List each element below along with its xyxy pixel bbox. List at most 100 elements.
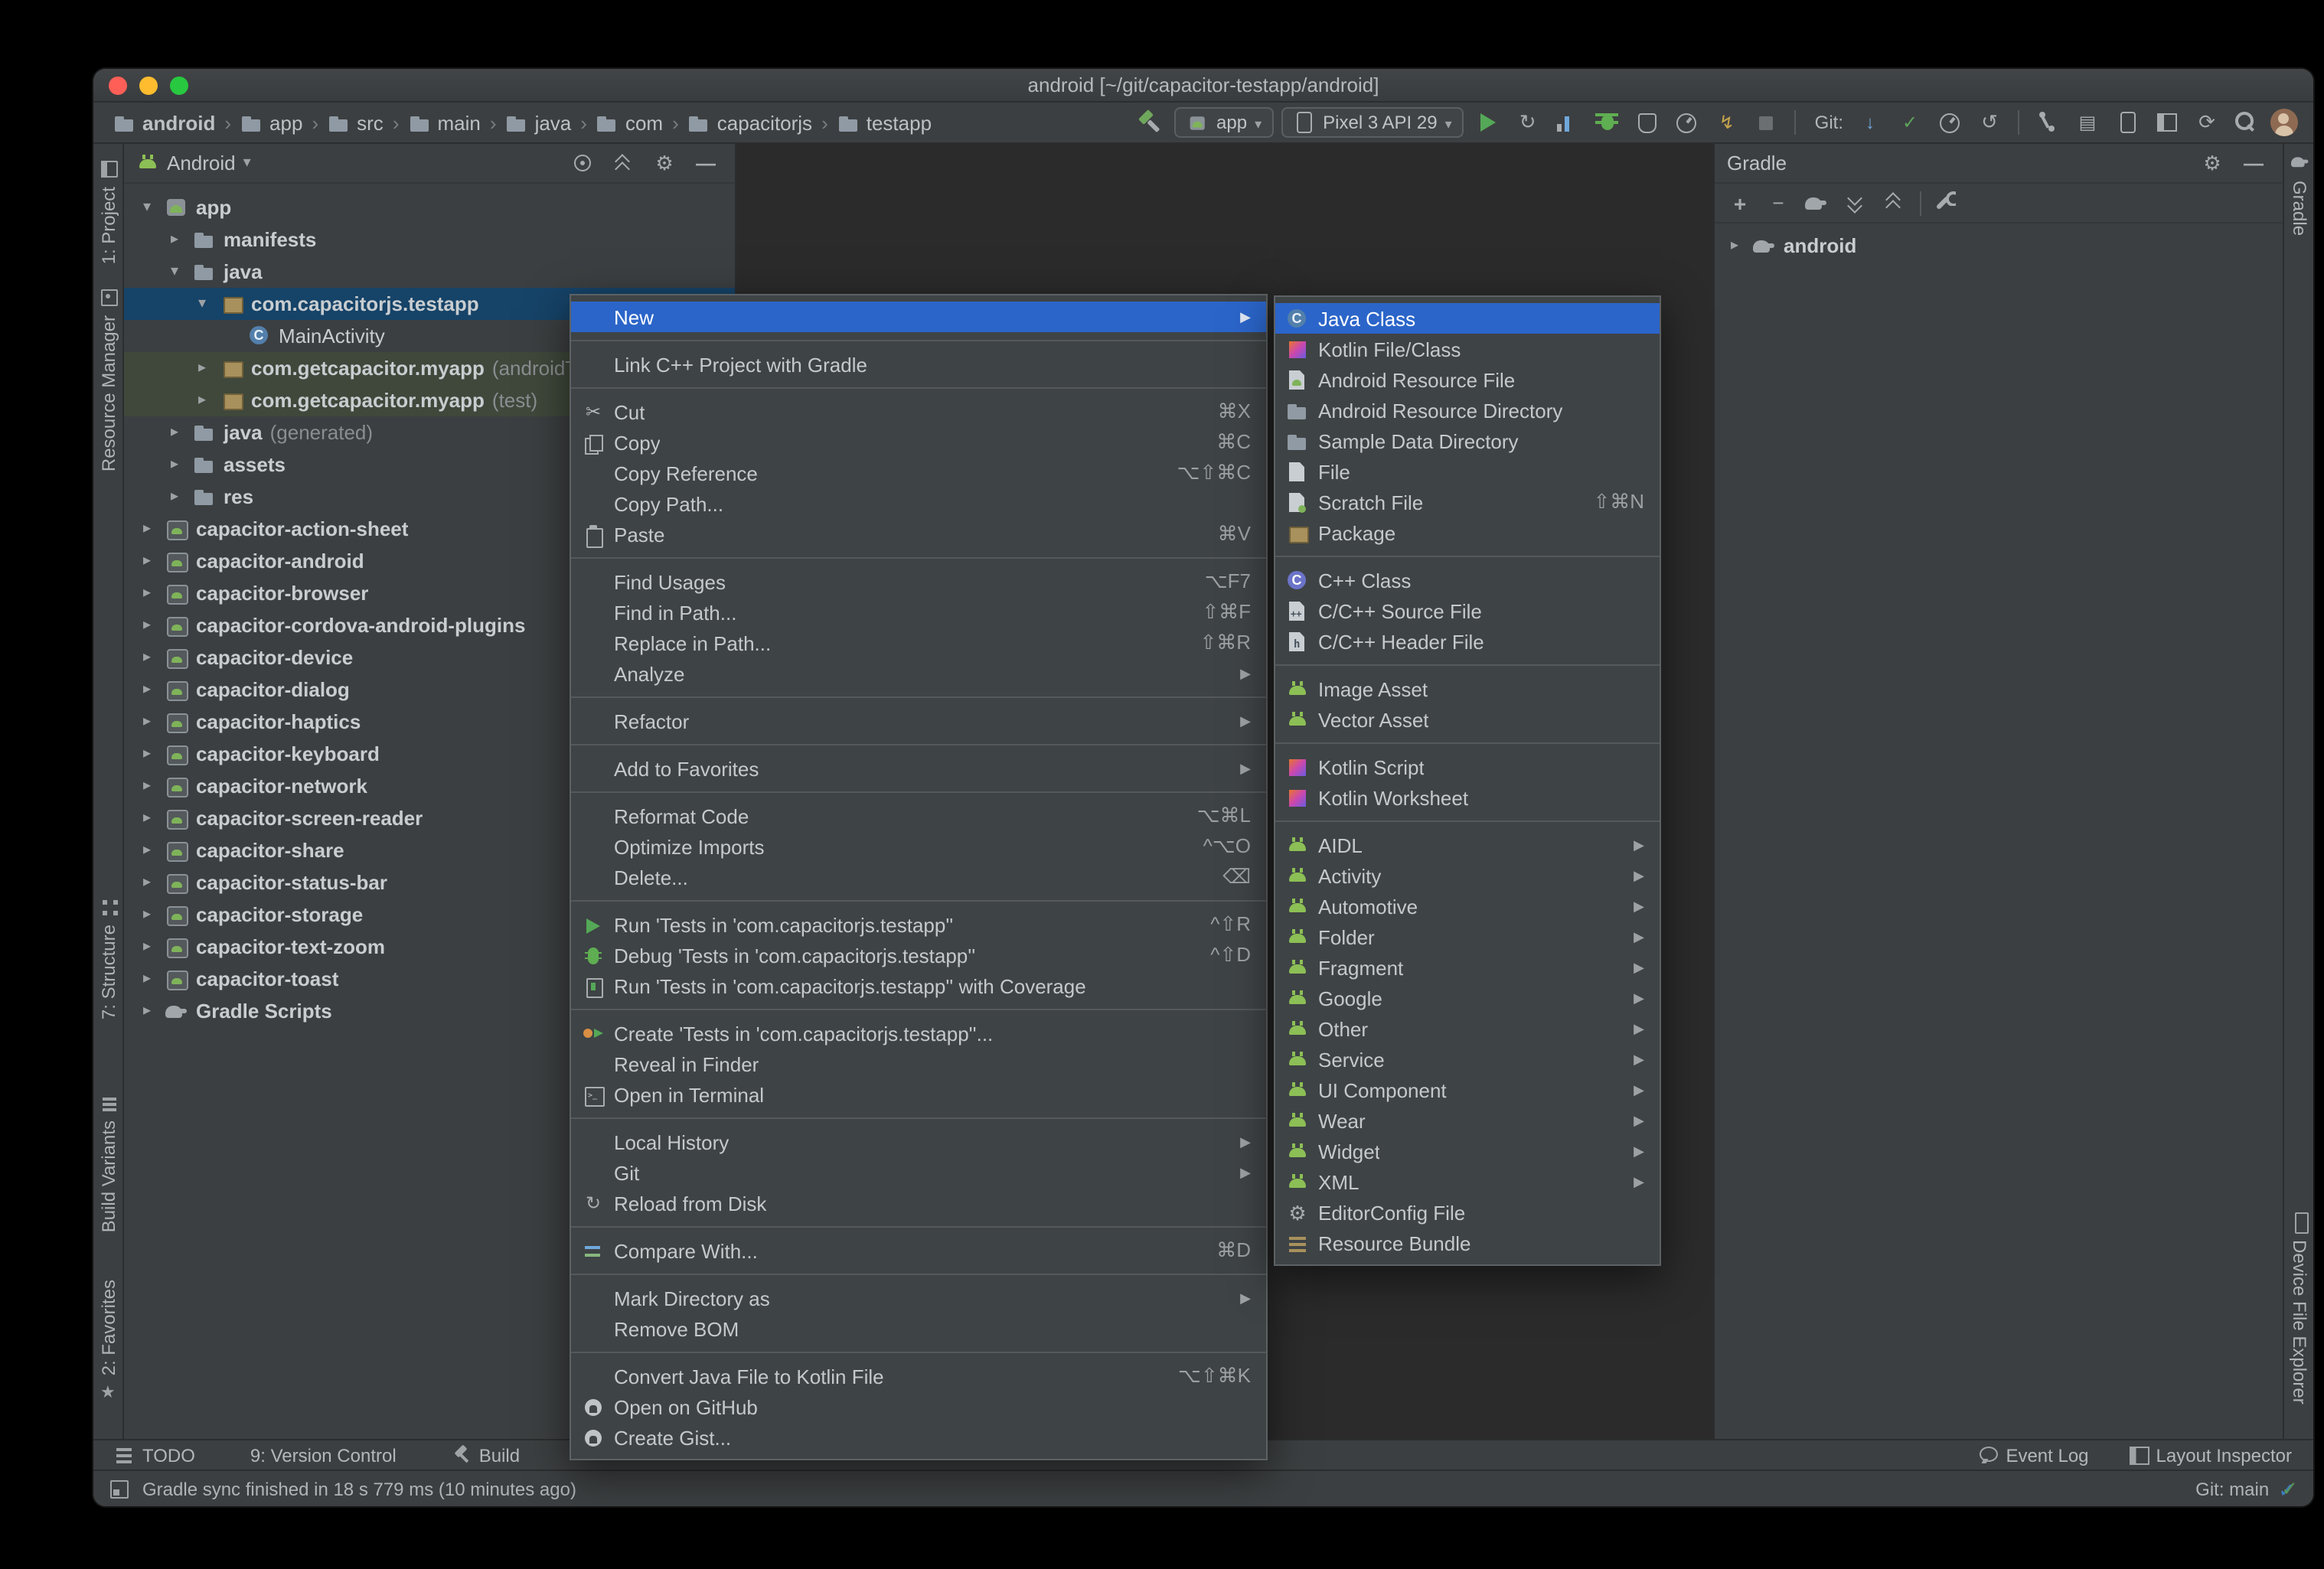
- git-commit-button[interactable]: [1894, 107, 1926, 138]
- tree-right-arrow-icon[interactable]: ▸: [136, 842, 158, 859]
- apply-changes-button[interactable]: [1512, 107, 1544, 138]
- gradle-settings-button[interactable]: [2195, 149, 2229, 177]
- tree-right-arrow-icon[interactable]: ▸: [191, 392, 213, 409]
- menu-item[interactable]: New ▶: [571, 302, 1266, 332]
- tree-right-arrow-icon[interactable]: ▸: [136, 1003, 158, 1019]
- search-icon[interactable]: [2231, 107, 2263, 138]
- menu-item[interactable]: Find in Path... ⇧⌘F: [571, 597, 1266, 628]
- tree-down-arrow-icon[interactable]: ▾: [191, 295, 213, 312]
- menu-item[interactable]: Reformat Code ⌥⌘L: [571, 801, 1266, 831]
- sidebar-tab-project[interactable]: 1: Project: [93, 159, 124, 264]
- menu-item[interactable]: Optimize Imports ^⌥O: [571, 831, 1266, 862]
- tab-build[interactable]: Build: [452, 1444, 520, 1466]
- menu-item[interactable]: Open in Terminal: [571, 1079, 1266, 1110]
- tree-right-arrow-icon[interactable]: ▸: [136, 874, 158, 891]
- breadcrumb-item[interactable]: testapp: [833, 109, 936, 135]
- menu-item[interactable]: C++ Class: [1275, 565, 1660, 595]
- git-update-button[interactable]: [1854, 107, 1886, 138]
- gradle-collapse-all-button[interactable]: [1877, 188, 1909, 218]
- debug-button[interactable]: [1591, 107, 1624, 138]
- breadcrumb-item[interactable]: com: [592, 109, 667, 135]
- menu-item[interactable]: Run 'Tests in 'com.capacitorjs.testapp''…: [571, 970, 1266, 1001]
- menu-item[interactable]: XML ▶: [1275, 1166, 1660, 1197]
- device-selector[interactable]: Pixel 3 API 29: [1281, 107, 1464, 138]
- tree-right-arrow-icon[interactable]: ▸: [136, 617, 158, 634]
- menu-item[interactable]: Kotlin Worksheet: [1275, 782, 1660, 813]
- gradle-expand-all-button[interactable]: [1839, 188, 1871, 218]
- menu-item[interactable]: Automotive ▶: [1275, 891, 1660, 922]
- tree-right-arrow-icon[interactable]: ▸: [136, 681, 158, 698]
- tree-right-arrow-icon[interactable]: ▸: [136, 938, 158, 955]
- breadcrumb-item[interactable]: main: [404, 109, 485, 135]
- tree-right-arrow-icon[interactable]: ▸: [136, 649, 158, 666]
- sidebar-tab-device-file-explorer[interactable]: Device File Explorer: [2284, 1212, 2313, 1404]
- project-settings-button[interactable]: [648, 149, 681, 177]
- menu-item[interactable]: Service ▶: [1275, 1044, 1660, 1075]
- git-rollback-button[interactable]: [1973, 107, 2006, 138]
- menu-item[interactable]: Git ▶: [571, 1157, 1266, 1188]
- breadcrumb-item[interactable]: app: [236, 109, 307, 135]
- menu-item[interactable]: C/C++ Header File: [1275, 626, 1660, 657]
- tree-right-arrow-icon[interactable]: ▸: [136, 906, 158, 923]
- sidebar-tab-resource-manager[interactable]: Resource Manager: [93, 288, 124, 471]
- menu-item[interactable]: Local History ▶: [571, 1127, 1266, 1157]
- menu-item[interactable]: Reveal in Finder: [571, 1049, 1266, 1079]
- menu-item[interactable]: Remove BOM: [571, 1313, 1266, 1344]
- avatar[interactable]: [2270, 109, 2298, 136]
- tree-right-arrow-icon[interactable]: ▸: [164, 424, 185, 441]
- menu-item[interactable]: File: [1275, 456, 1660, 487]
- menu-item[interactable]: Open on GitHub: [571, 1391, 1266, 1422]
- gradle-tree-row[interactable]: ▸ android: [1715, 230, 2283, 262]
- menu-item[interactable]: Image Asset: [1275, 674, 1660, 704]
- menu-item[interactable]: Widget ▶: [1275, 1136, 1660, 1166]
- attach-debugger-button[interactable]: [1711, 107, 1743, 138]
- layout-inspector-button[interactable]: [2151, 107, 2183, 138]
- menu-item[interactable]: C/C++ Source File: [1275, 595, 1660, 626]
- menu-item[interactable]: Reload from Disk: [571, 1188, 1266, 1218]
- menu-item[interactable]: Mark Directory as ▶: [571, 1283, 1266, 1313]
- menu-item[interactable]: Package: [1275, 517, 1660, 548]
- menu-item[interactable]: Kotlin Script: [1275, 752, 1660, 782]
- menu-item[interactable]: Scratch File ⇧⌘N: [1275, 487, 1660, 517]
- git-branch-widget[interactable]: Git: main: [2195, 1478, 2269, 1499]
- tree-down-arrow-icon[interactable]: ▾: [136, 199, 158, 216]
- tree-right-arrow-icon[interactable]: ▸: [136, 713, 158, 730]
- locate-file-button[interactable]: [565, 149, 599, 177]
- sidebar-tab-favorites[interactable]: 2: Favorites: [93, 1280, 124, 1403]
- minimize-window-button[interactable]: [139, 76, 158, 94]
- menu-item[interactable]: Folder ▶: [1275, 922, 1660, 952]
- menu-item[interactable]: Paste ⌘V: [571, 519, 1266, 550]
- make-project-button[interactable]: [1134, 107, 1166, 138]
- tree-row[interactable]: ▾ java: [124, 256, 735, 288]
- coverage-button[interactable]: [1631, 107, 1663, 138]
- tree-right-arrow-icon[interactable]: ▸: [136, 520, 158, 537]
- menu-item[interactable]: Cut ⌘X: [571, 396, 1266, 427]
- gradle-add-button[interactable]: [1724, 188, 1756, 218]
- menu-item[interactable]: Run 'Tests in 'com.capacitorjs.testapp''…: [571, 909, 1266, 940]
- toolwindow-toggle-icon[interactable]: [109, 1478, 130, 1499]
- project-view-selector[interactable]: Android: [167, 152, 236, 175]
- menu-item[interactable]: Copy ⌘C: [571, 427, 1266, 458]
- collapse-all-button[interactable]: [606, 149, 640, 177]
- menu-item[interactable]: EditorConfig File: [1275, 1197, 1660, 1228]
- menu-item[interactable]: Other ▶: [1275, 1013, 1660, 1044]
- breadcrumb-item[interactable]: android: [109, 109, 220, 135]
- git-branches-button[interactable]: [2032, 107, 2064, 138]
- menu-item[interactable]: Refactor ▶: [571, 706, 1266, 736]
- status-message[interactable]: Gradle sync finished in 18 s 779 ms (10 …: [142, 1478, 576, 1499]
- menu-item[interactable]: Create Gist...: [571, 1422, 1266, 1453]
- tree-row[interactable]: ▾ app: [124, 191, 735, 223]
- menu-item[interactable]: Copy Path...: [571, 488, 1266, 519]
- tab-layout-inspector[interactable]: Layout Inspector: [2129, 1444, 2292, 1466]
- menu-item[interactable]: Sample Data Directory: [1275, 426, 1660, 456]
- menu-item[interactable]: Link C++ Project with Gradle: [571, 349, 1266, 380]
- tree-right-arrow-icon[interactable]: ▸: [136, 745, 158, 762]
- tree-right-arrow-icon[interactable]: ▸: [136, 810, 158, 827]
- tree-right-arrow-icon[interactable]: ▸: [136, 970, 158, 987]
- menu-item[interactable]: Vector Asset: [1275, 704, 1660, 735]
- profiler-button[interactable]: [1671, 107, 1703, 138]
- gradle-remove-button[interactable]: [1762, 188, 1794, 218]
- tree-right-arrow-icon[interactable]: ▸: [164, 231, 185, 248]
- view-selector-caret-icon[interactable]: ▾: [243, 155, 251, 171]
- menu-item[interactable]: Compare With... ⌘D: [571, 1235, 1266, 1266]
